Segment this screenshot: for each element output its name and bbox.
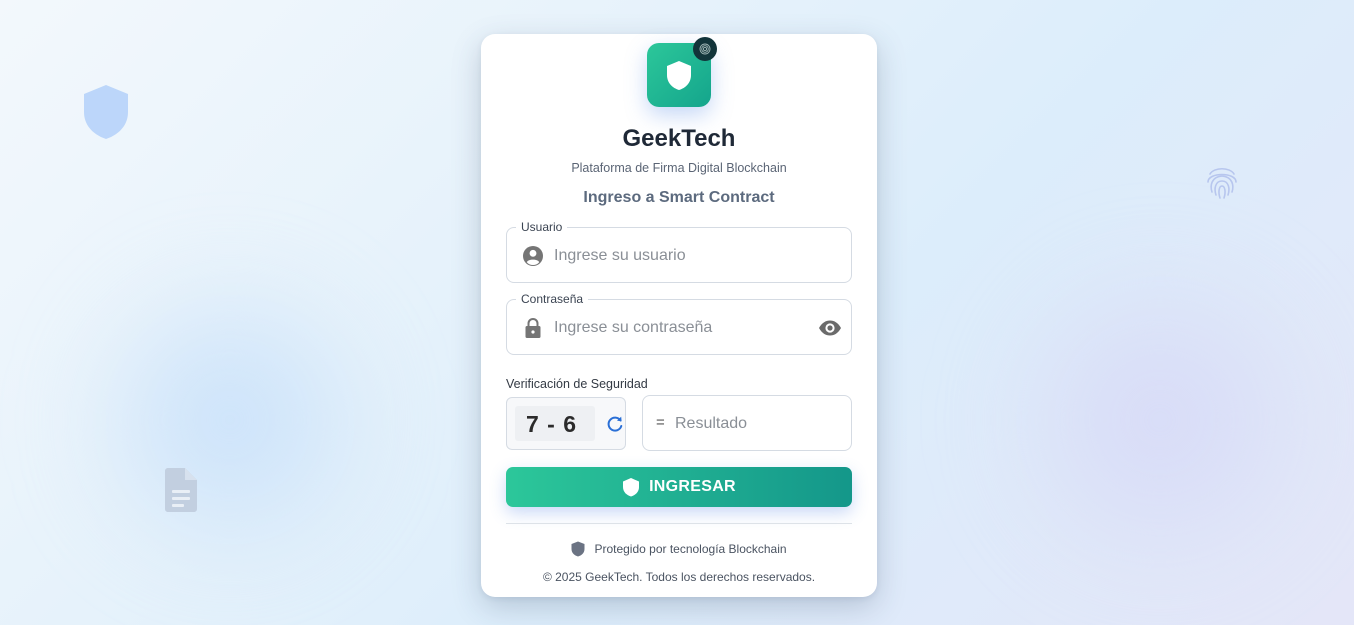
blockchain-protection-note: Protegido por tecnología Blockchain [481, 541, 877, 557]
brand-logo [647, 37, 717, 107]
refresh-icon[interactable] [605, 414, 625, 434]
captcha-result-field: = [642, 395, 852, 452]
lock-icon [525, 317, 541, 338]
login-card: GeekTech Plataforma de Firma Digital Blo… [481, 34, 877, 597]
fingerprint-icon [699, 43, 711, 55]
verification-label: Verificación de Seguridad [506, 377, 648, 391]
shield-icon [84, 85, 128, 139]
login-button[interactable]: INGRESAR [506, 467, 852, 507]
divider [506, 523, 852, 524]
fingerprint-icon [1207, 167, 1237, 199]
document-icon [165, 468, 197, 512]
login-button-label: INGRESAR [649, 478, 736, 495]
username-input[interactable] [552, 228, 806, 284]
brand-name: GeekTech [622, 125, 736, 152]
copyright: © 2025 GeekTech. Todos los derechos rese… [542, 570, 816, 584]
username-field: Usuario [506, 220, 852, 284]
captcha-result-input[interactable] [673, 396, 847, 452]
password-field: Contraseña [506, 292, 852, 356]
form-title: Ingreso a Smart Contract [583, 189, 775, 206]
brand-subtitle: Plataforma de Firma Digital Blockchain [571, 161, 787, 175]
shield-icon [623, 478, 640, 497]
captcha-box: 7 - 6 [506, 397, 626, 450]
password-input[interactable] [552, 300, 806, 356]
background-glow-right [980, 250, 1340, 590]
background-glow-left [60, 260, 400, 580]
captcha-challenge: 7 - 6 [515, 406, 595, 441]
shield-icon [667, 60, 691, 90]
logo-badge [693, 37, 717, 61]
equals-sign: = [656, 414, 665, 431]
user-circle-icon [523, 246, 543, 266]
protection-text: Protegido por tecnología Blockchain [594, 542, 787, 556]
shield-icon [571, 541, 585, 557]
eye-icon[interactable] [818, 316, 842, 340]
